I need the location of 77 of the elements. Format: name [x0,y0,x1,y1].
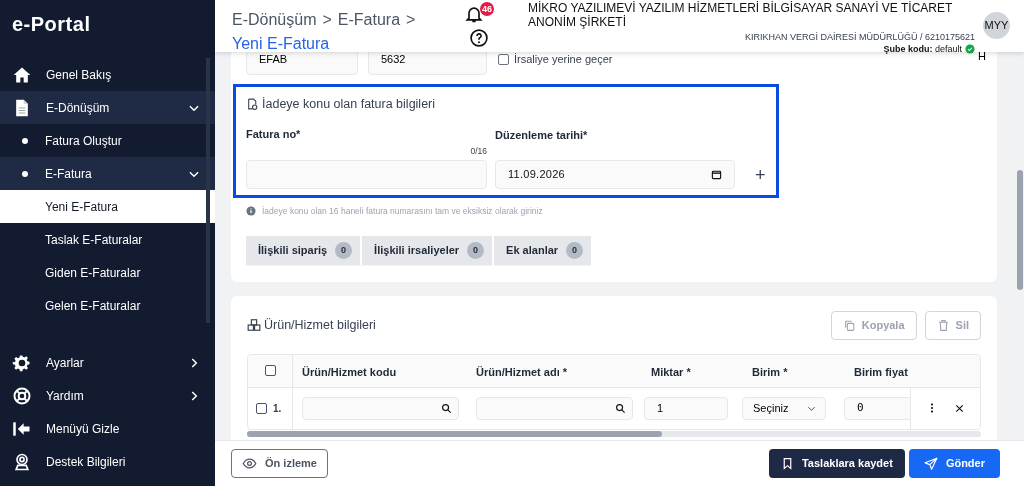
quantity-field[interactable]: 1 [644,396,728,420]
checkbox[interactable] [256,402,267,414]
sidebar-item[interactable]: Giden E-Faturalar [0,256,215,289]
column-header: H [978,52,986,65]
checkbox[interactable] [498,53,509,65]
copy-icon [842,318,856,332]
support-icon [12,451,32,472]
notification-button[interactable]: 46 [464,2,494,24]
help-icon[interactable] [469,28,489,48]
column-header: Birim * [752,365,788,378]
page-title: Yeni E-Fatura [232,34,330,54]
sidebar-item[interactable]: Ayarlar [0,346,215,379]
checkbox[interactable] [264,365,276,377]
tab[interactable]: İlişkili sipariş 0 [246,235,361,265]
count-badge: 0 [467,241,485,259]
bell-icon [464,4,484,24]
search-icon [615,402,626,414]
tab[interactable]: İlişkili irsaliyeler 0 [362,235,493,265]
branch-code: Şube kodu: default [883,43,962,55]
preview-button[interactable]: Ön izleme [231,449,328,478]
notification-badge: 46 [480,2,494,16]
column-header: Miktar * [651,365,691,378]
sidebar-item[interactable]: Fatura Oluştur [0,124,215,157]
boxes-icon [247,318,261,333]
sidebar-item[interactable]: E-Fatura [0,157,215,190]
section-title: Ürün/Hizmet bilgileri [264,316,376,334]
sidebar-item[interactable]: Genel Bakış [0,58,215,91]
product-code-field[interactable] [302,396,459,420]
sidebar-item[interactable]: Gelen E-Faturalar [0,289,215,322]
sidebar-item[interactable]: Yeni E-Fatura [0,190,215,223]
eye-icon [242,456,257,471]
product-name-field[interactable] [476,396,633,420]
app-logo: e-Portal [12,12,91,37]
send-icon [923,456,938,471]
hint-text: İadeye konu olan 16 haneli fatura numarasını tam ve eksiksiz olarak giriniz [262,205,543,218]
add-button[interactable]: + [755,160,766,189]
calendar-icon [711,169,722,180]
column-header: Birim fiyat [854,365,908,378]
waybill-checkbox[interactable]: İrsaliye yerine geçer [498,52,613,68]
section-title: İadeye konu olan fatura bilgileri [262,96,436,113]
company-name: MİKRO YAZILIMEVİ YAZILIM HİZMETLERİ BİLGİSAYAR SANAYİ VE TİCARET ANONİM ŞİRKETİ [528,1,954,29]
sidebar-item[interactable]: Destek Bilgileri [0,445,215,478]
number-field[interactable]: 5632 [368,52,487,75]
sidebar-item[interactable]: Taslak E-Faturalar [0,223,215,256]
character-counter: 0/16 [470,145,487,158]
save-draft-button[interactable]: Taslaklara kaydet [768,449,905,478]
breadcrumb-link[interactable]: E-Fatura [337,8,401,32]
send-button[interactable]: Gönder [908,449,1000,478]
search-icon [441,402,452,414]
tax-office: KIRIKHAN VERGİ DAİRESİ MÜDÜRLÜĞÜ / 6210175621 [744,31,975,43]
bullet-icon [22,137,28,144]
lifebuoy-icon [12,385,32,406]
date-field[interactable]: 11.09.2026 [495,160,735,189]
bullet-icon [22,170,28,177]
breadcrumb-separator: > [406,10,416,30]
breadcrumb-separator: > [322,10,332,30]
tab[interactable]: Ek alanlar 0 [494,235,592,265]
breadcrumb-link[interactable]: E-Dönüşüm [232,8,317,32]
trash-icon [936,318,950,332]
sidebar-item[interactable]: E-Dönüşüm [0,91,215,124]
count-badge: 0 [566,241,584,259]
field-label: Düzenleme tarihi* [495,127,588,143]
info-icon [246,206,256,217]
user-avatar[interactable]: MYY [983,12,1010,39]
invoice-number-field[interactable] [246,160,487,189]
field-label: Fatura no* [246,126,301,142]
sidebar-item[interactable]: Menüyü Gizle [0,412,215,445]
series-field[interactable]: EFAB [246,52,358,75]
column-header: Ürün/Hizmet adı * [476,365,568,378]
unit-dropdown[interactable]: Seçiniz [742,396,826,420]
receipt-icon [246,97,259,111]
row-number: 1. [273,401,282,416]
column-header: Ürün/Hizmet kodu [302,365,397,378]
sidebar-item[interactable]: Yardım [0,379,215,412]
price-field[interactable]: 0 [844,396,910,420]
count-badge: 0 [335,241,353,259]
close-icon[interactable] [954,402,965,414]
